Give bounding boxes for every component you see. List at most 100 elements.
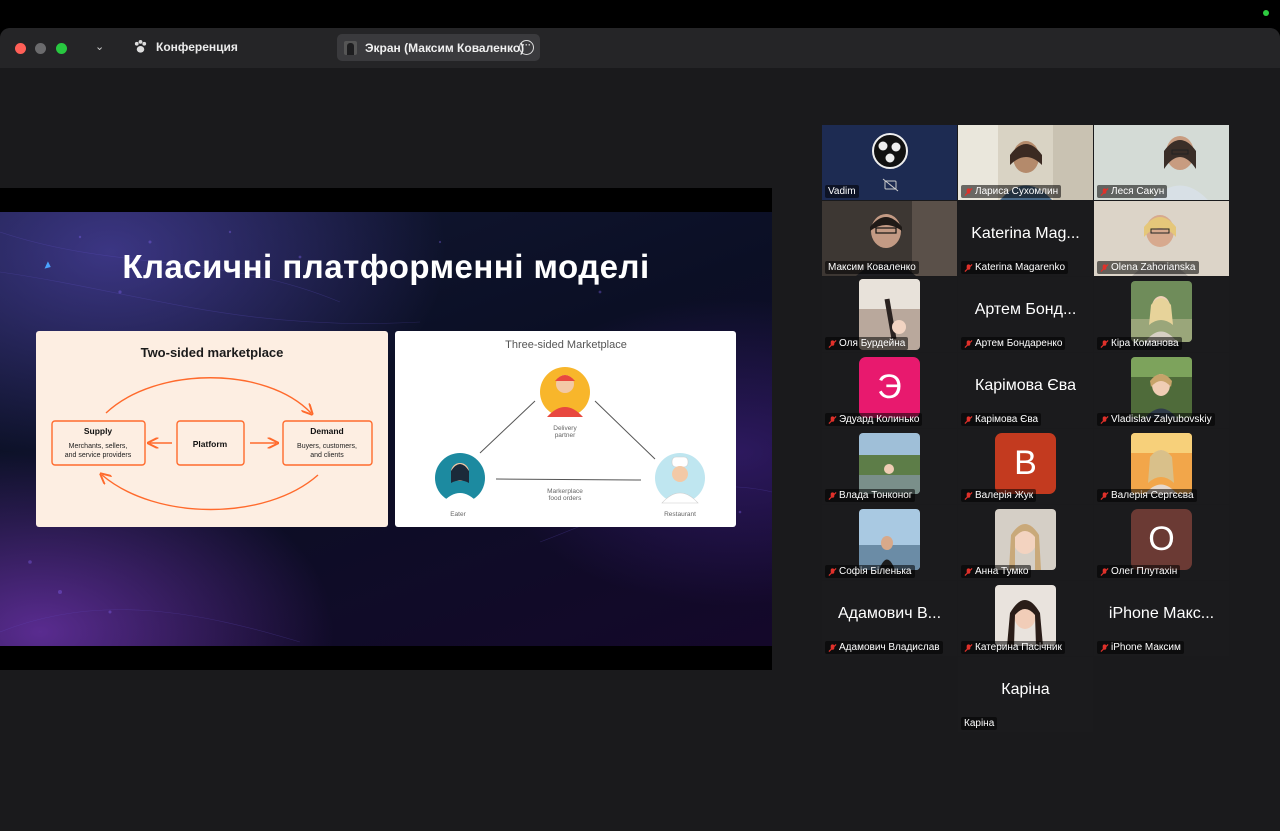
participant-name: Vladislav Zalyubovskiy [1097,413,1215,426]
participant-tile[interactable]: Влада Тонконог [822,429,957,504]
participant-display-name: Katerina Mag... [971,225,1080,242]
shared-screen: Класичні платформенні моделі Two-sided m… [0,188,772,670]
status-indicator-icon [1263,10,1269,16]
participant-avatar: Э [859,357,920,418]
mic-muted-icon [1100,567,1109,576]
mic-muted-icon [828,643,837,652]
eater-label: Eater [450,511,466,518]
participant-tile[interactable]: Катерина Пасічник [958,581,1093,656]
chevron-down-icon[interactable]: ⌄ [95,40,104,53]
minimize-window-button[interactable] [35,43,46,54]
participant-avatar [859,509,920,570]
mic-muted-icon [964,187,973,196]
participant-name: Валерія Сергєєва [1097,489,1197,502]
participant-tile[interactable]: Артем Бонд... Артем Бондаренко [958,277,1093,352]
presenter-avatar [344,40,357,55]
mic-muted-icon [964,263,973,272]
participant-display-name: Артем Бонд... [974,301,1077,318]
app-title: Конференция [133,39,238,54]
title-bar: ⌄ Конференция Экран (Максим Коваленко) ·… [0,28,1280,68]
mic-muted-icon [1100,339,1109,348]
screen-share-pill[interactable]: Экран (Максим Коваленко) ··· [337,34,540,61]
mic-muted-icon [964,415,973,424]
demand-line-2: and clients [310,452,344,459]
platform-label: Platform [193,439,228,449]
participant-avatar [1131,357,1192,418]
participant-name: Olena Zahorianska [1097,261,1199,274]
participant-name: Софія Біленька [825,565,915,578]
participant-name: Кіра Команова [1097,337,1182,350]
mic-muted-icon [1100,491,1109,500]
participant-name: Эдуард Колинько [825,413,923,426]
more-options-icon[interactable]: ··· [519,40,534,55]
participant-name: Влада Тонконог [825,489,916,502]
maximize-window-button[interactable] [56,43,67,54]
participant-tile[interactable]: Кіра Команова [1094,277,1229,352]
mic-muted-icon [828,415,837,424]
app-title-label: Конференция [156,39,238,54]
participant-name: iPhone Максим [1097,641,1184,654]
orders-line-2: food orders [549,495,583,502]
mic-muted-icon [964,339,973,348]
mic-muted-icon [1100,187,1109,196]
participant-tile[interactable]: Адамович В... Адамович Владислав [822,581,957,656]
mic-muted-icon [964,643,973,652]
participant-tile[interactable]: Лариса Сухомлин [958,125,1093,200]
participant-tile[interactable]: O Олег Плутахін [1094,505,1229,580]
participant-tile[interactable]: iPhone Макс... iPhone Максим [1094,581,1229,656]
delivery-line-1: Delivery [553,425,577,432]
participant-avatar [859,433,920,494]
mic-muted-icon [1100,263,1109,272]
two-sided-diagram: Two-sided marketplace Supply Merchants, … [51,345,373,511]
meeting-window: ⌄ Конференция Экран (Максим Коваленко) ·… [0,28,1280,831]
presentation-slide: Класичні платформенні моделі Two-sided m… [0,212,772,646]
participant-tile[interactable]: Оля Бурдейна [822,277,957,352]
supply-line-1: Merchants, sellers, [69,443,128,450]
participant-name: Katerina Magarenko [961,261,1069,274]
delivery-partner-icon [540,367,590,417]
participant-avatar [1131,281,1192,342]
participant-name: Катерина Пасічник [961,641,1065,654]
supply-line-2: and service providers [65,452,132,459]
participant-tile[interactable]: Карімова Єва Карімова Єва [958,353,1093,428]
participant-avatar: B [995,433,1056,494]
participant-name: Максим Коваленко [825,261,919,274]
mic-muted-icon [1100,643,1109,652]
close-window-button[interactable] [15,43,26,54]
participant-tile[interactable]: Леся Сакун [1094,125,1229,200]
mic-muted-icon [828,567,837,576]
participant-name: Оля Бурдейна [825,337,909,350]
two-sided-heading: Two-sided marketplace [141,345,284,360]
participant-display-name: iPhone Макс... [1108,605,1215,622]
participant-tile[interactable]: Vadim [822,125,957,200]
participant-tile[interactable]: Olena Zahorianska [1094,201,1229,276]
paw-icon [134,39,147,53]
menu-strip [0,0,1280,28]
participant-display-name: Карімова Єва [975,377,1076,394]
participant-tile[interactable]: Каріна Каріна [958,657,1093,732]
participant-tile-active[interactable]: Максим Коваленко [822,201,957,276]
participant-avatar [1131,433,1192,494]
participants-gallery: Vadim Лариса Сухомлин Леся Сакун Максим … [822,125,1230,735]
participant-avatar: O [1131,509,1192,570]
participant-name: Леся Сакун [1097,185,1168,198]
participant-tile[interactable]: Валерія Сергєєва [1094,429,1229,504]
demand-title: Demand [310,426,344,436]
participant-display-name: Каріна [1001,681,1050,698]
participant-tile[interactable]: Katerina Mag... Katerina Magarenko [958,201,1093,276]
two-sided-card: Two-sided marketplace Supply Merchants, … [36,331,388,527]
mic-muted-icon [964,567,973,576]
participant-tile[interactable]: Анна Тумко [958,505,1093,580]
mic-muted-icon [828,491,837,500]
participant-name: Артем Бондаренко [961,337,1066,350]
participant-name: Vadim [825,185,859,198]
participant-tile[interactable]: Софія Біленька [822,505,957,580]
participant-tile[interactable]: B Валерія Жук [958,429,1093,504]
participant-name: Валерія Жук [961,489,1037,502]
participant-avatar [995,585,1056,646]
three-sided-heading: Three-sided Marketplace [505,339,627,351]
participant-name: Олег Плутахін [1097,565,1181,578]
restaurant-label: Restaurant [664,511,696,518]
participant-tile[interactable]: Э Эдуард Колинько [822,353,957,428]
participant-tile[interactable]: Vladislav Zalyubovskiy [1094,353,1229,428]
